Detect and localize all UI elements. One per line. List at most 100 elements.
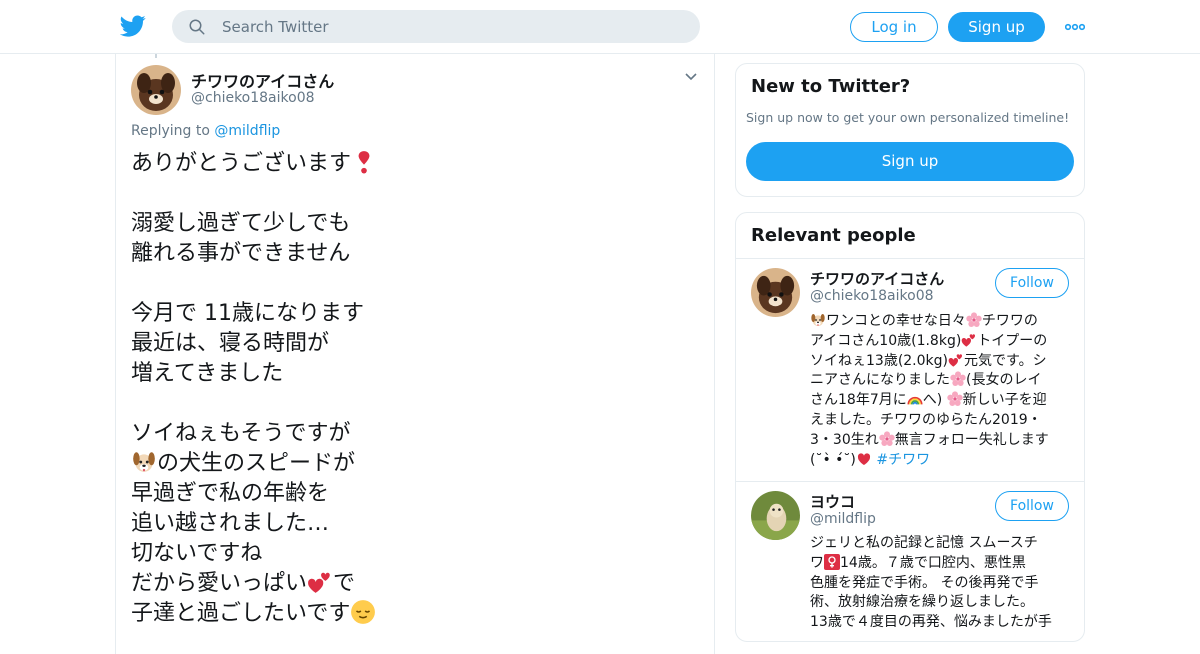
search-icon	[189, 19, 205, 35]
tweet-line: 溺愛し過ぎて少しでも	[131, 209, 701, 239]
bio-line: 3・30生れ 無言フォロー失礼します	[810, 431, 1072, 451]
bio-text: チワワの	[981, 313, 1038, 329]
sidebar-signup-button[interactable]: Sign up	[746, 142, 1074, 181]
avatar[interactable]	[751, 268, 800, 317]
person-bio: ワンコとの幸せな日々 チワワの アイコさん10歳(1.8kg) トイプーの ソイねぇ13…	[810, 312, 1072, 470]
two-hearts-icon	[948, 352, 964, 368]
more-options-icon[interactable]	[1065, 20, 1085, 34]
tweet-line-text: 離れる事ができません	[131, 241, 351, 266]
bio-text: 3・30生れ	[810, 431, 879, 448]
red-heart-icon	[856, 451, 872, 467]
tweet-line-text: だから愛いっぱい	[131, 571, 308, 596]
search-bar[interactable]: Search Twitter	[172, 10, 700, 43]
bio-line: ソイねぇ13歳(2.0kg) 元気です。シ	[810, 352, 1072, 372]
cherry-blossom-icon	[950, 371, 966, 387]
bio-line: ニアさんになりました (長女のレイ	[810, 371, 1072, 391]
hashtag-link[interactable]: #チワワ	[876, 452, 930, 468]
bio-text: ジェリと私の記録と記憶 スムースチ	[810, 535, 1038, 551]
tweet-detail: チワワのアイコさん @chieko18aiko08 Replying to @m…	[115, 54, 715, 654]
search-input[interactable]: Search Twitter	[222, 18, 329, 36]
tweet-line-text: 増えてきました	[131, 361, 284, 386]
cherry-blossom-icon	[879, 431, 895, 447]
divider	[736, 481, 1084, 482]
author-handle[interactable]: @chieko18aiko08	[191, 90, 315, 106]
person-name[interactable]: チワワのアイコさん	[810, 268, 944, 289]
bio-text: 14歳。７歳で口腔内、悪性黒	[840, 554, 1026, 571]
bio-text: ソイねぇ13歳(2.0kg)	[810, 352, 948, 369]
tweet-line-text: で	[333, 571, 356, 596]
bio-line: ワンコとの幸せな日々 チワワの	[810, 312, 1072, 332]
top-bar: Search Twitter Log in Sign up	[0, 0, 1200, 54]
bio-text: アイコさん10歳(1.8kg)	[810, 332, 962, 349]
tweet-line	[131, 179, 701, 209]
mention-link[interactable]: @mildflip	[214, 123, 280, 139]
avatar[interactable]	[751, 491, 800, 540]
person-bio: ジェリと私の記録と記憶 スムースチワ 14歳。７歳で口腔内、悪性黒色腫を発症で手術…	[810, 534, 1072, 633]
rainbow-icon	[907, 391, 923, 407]
bio-text: (˘•̀ •́˘)	[810, 451, 856, 468]
thread-line	[155, 54, 157, 58]
tweet-line: ありがとうございます	[131, 149, 701, 179]
dog-face-icon	[131, 449, 157, 475]
tweet-line-text: 早過ぎで私の年齢を	[131, 481, 330, 506]
heavy-heart-exclamation-icon	[351, 149, 377, 175]
tweet-line: 最近は、寝る時間が	[131, 329, 701, 359]
tweet-line: 離れる事ができません	[131, 239, 701, 269]
bio-text: ワ	[810, 554, 824, 571]
two-hearts-icon	[307, 569, 333, 595]
cherry-blossom-icon	[946, 391, 963, 407]
bio-text: (長女のレイ	[966, 372, 1042, 389]
tweet-line: 増えてきました	[131, 359, 701, 389]
bio-line: さん18年7月に へ) 新しい子を迎	[810, 391, 1072, 411]
author-name[interactable]: チワワのアイコさん	[191, 68, 334, 92]
bio-line: 術、放射線治療を繰り返しました。	[810, 593, 1072, 613]
follow-button[interactable]: Follow	[995, 268, 1069, 298]
follow-button[interactable]: Follow	[995, 491, 1069, 521]
avatar[interactable]	[131, 65, 181, 115]
bio-text: 新しい子を迎	[962, 392, 1047, 409]
bio-line: えました。チワワのゆらたん2019・	[810, 411, 1072, 431]
tweet-line: の犬生のスピードが	[131, 449, 701, 479]
bio-text: ワンコとの幸せな日々	[826, 313, 966, 329]
login-button[interactable]: Log in	[850, 12, 938, 42]
bio-text: 無言フォロー失礼します	[894, 431, 1049, 448]
bio-text: 色腫を発症で手術。 その後再発で手	[810, 574, 1039, 591]
card-title: New to Twitter?	[751, 76, 911, 97]
person-handle[interactable]: @mildflip	[810, 511, 876, 527]
tweet-line-text: ありがとうございます	[131, 151, 352, 176]
bio-text: えました。チワワのゆらたん2019・	[810, 411, 1042, 428]
tweet-line-text: の犬生のスピードが	[157, 451, 356, 476]
tweet-line	[131, 269, 701, 299]
replying-to: Replying to @mildflip	[131, 123, 280, 139]
bio-text: トイプーの	[977, 332, 1048, 349]
tweet-line-text: 切ないですね	[131, 541, 263, 566]
bio-line: (˘•̀ •́˘) #チワワ	[810, 451, 1072, 471]
tweet-line-text: 今月で 11歳になります	[131, 301, 364, 326]
twitter-bird-icon[interactable]	[120, 13, 146, 39]
new-to-twitter-card: New to Twitter? Sign up now to get your …	[735, 63, 1085, 197]
tweet-line: ソイねぇもそうですが	[131, 419, 701, 449]
bio-text: 術、放射線治療を繰り返しました。	[810, 594, 1034, 611]
two-hearts-icon	[961, 332, 977, 348]
relevant-people-card: Relevant people チワワのアイコさん @chieko18aiko0…	[735, 212, 1085, 642]
bio-line: 色腫を発症で手術。 その後再発で手	[810, 574, 1072, 594]
replying-prefix: Replying to	[131, 123, 215, 139]
signup-button[interactable]: Sign up	[948, 12, 1045, 42]
relieved-face-icon	[350, 599, 376, 625]
person-handle[interactable]: @chieko18aiko08	[810, 288, 934, 304]
person-name[interactable]: ヨウコ	[810, 491, 855, 512]
bio-line: アイコさん10歳(1.8kg) トイプーの	[810, 332, 1072, 352]
tweet-line: 早過ぎで私の年齢を	[131, 479, 701, 509]
card-subtitle: Sign up now to get your own personalized…	[746, 110, 1070, 125]
bio-text: さん18年7月に	[810, 392, 907, 409]
bio-line: ワ 14歳。７歳で口腔内、悪性黒	[810, 553, 1072, 574]
bio-text: 元気です。シ	[964, 352, 1047, 369]
tweet-line: 切ないですね	[131, 539, 701, 569]
tweet-line-text: ソイねぇもそうですが	[131, 421, 351, 446]
bio-text: へ)	[922, 392, 947, 409]
tweet-line: 追い越されました…	[131, 509, 701, 539]
cherry-blossom-icon	[966, 312, 982, 328]
tweet-line-text: 子達と過ごしたいです	[131, 601, 351, 626]
chevron-down-icon[interactable]	[684, 72, 698, 82]
divider	[736, 258, 1084, 259]
